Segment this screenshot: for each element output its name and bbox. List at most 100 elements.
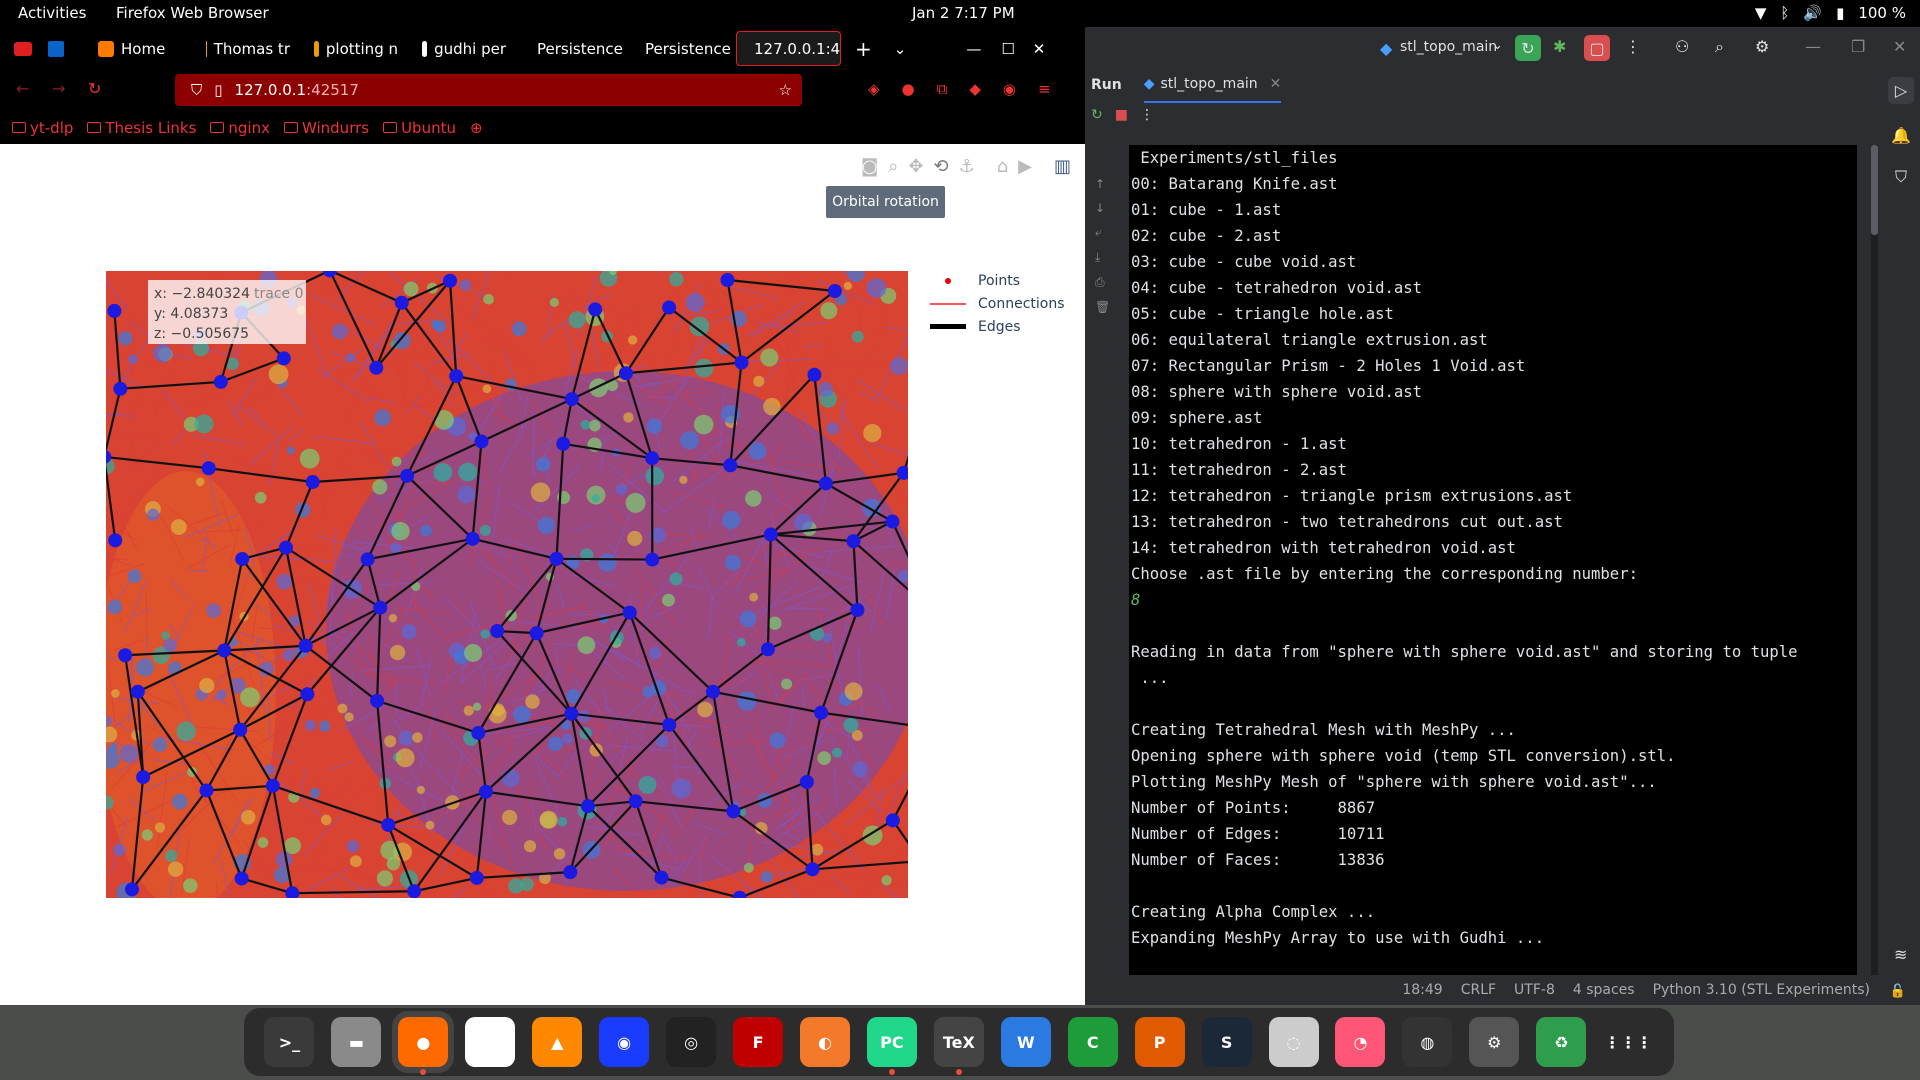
browser-tab[interactable]: Thomas tr — [196, 31, 300, 66]
turntable-icon[interactable]: ⚓ — [959, 156, 975, 177]
scroll-end-icon[interactable]: ⤓ — [1095, 250, 1110, 265]
forward-icon[interactable]: → — [52, 79, 65, 98]
system-tray[interactable]: ▼ ᛒ 🔊 ▮ 100 % — [1755, 4, 1906, 22]
3d-mesh-plot[interactable] — [106, 271, 908, 898]
files-icon[interactable]: ▬ — [331, 1017, 382, 1067]
filezilla-icon[interactable]: F — [733, 1017, 784, 1067]
stop-button[interactable]: ▢ — [1584, 35, 1610, 61]
stop-icon[interactable]: ■ — [1115, 107, 1128, 123]
minimize-icon[interactable]: — — [1805, 37, 1821, 56]
close-icon[interactable]: ✕ — [1893, 37, 1906, 56]
disks-icon[interactable]: ◌ — [1268, 1017, 1319, 1067]
camera-icon[interactable]: ◍ — [1402, 1017, 1453, 1067]
status-item[interactable]: CRLF — [1461, 982, 1496, 998]
layers-icon[interactable]: ≋ — [1894, 945, 1907, 964]
texmaker-icon[interactable]: TeX — [933, 1017, 984, 1075]
pycharm-icon[interactable]: PC — [866, 1017, 917, 1075]
extension-s-icon[interactable]: ● — [902, 80, 915, 98]
status-item[interactable]: Python 3.10 (STL Experiments) — [1653, 982, 1870, 998]
browser-tab[interactable]: plotting n — [304, 31, 408, 66]
notifications-icon[interactable]: 🔔 — [1891, 126, 1911, 145]
browser-tab[interactable]: gudhi per — [412, 31, 516, 66]
run-icon[interactable]: ▷ — [1887, 77, 1915, 104]
bookmark-folder[interactable]: yt-dlp — [12, 119, 73, 137]
menu-icon[interactable]: ≡ — [1038, 80, 1051, 98]
rerun-icon[interactable]: ↻ — [1091, 107, 1103, 123]
terminal-icon[interactable]: >_ — [264, 1017, 315, 1067]
bookmark-star-icon[interactable]: ☆ — [779, 81, 792, 99]
close-icon[interactable]: ✕ — [1033, 40, 1046, 58]
soft-wrap-icon[interactable]: ⤶ — [1095, 225, 1110, 240]
firefox-icon[interactable]: ● — [392, 1011, 455, 1075]
text-editor-icon[interactable]: ✎ — [465, 1017, 516, 1067]
legend-item-connections[interactable]: Connections — [930, 292, 1065, 315]
more-icon[interactable]: ⋮ — [1625, 37, 1641, 56]
trash-icon[interactable]: 🗑 — [1095, 300, 1110, 314]
writer-icon[interactable]: W — [1000, 1017, 1051, 1067]
plotly-logo-icon[interactable]: ▥ — [1054, 156, 1071, 177]
search-icon[interactable]: ⌕ — [1715, 37, 1724, 57]
blender-icon[interactable]: ◐ — [799, 1017, 850, 1067]
maximize-icon[interactable]: ☐ — [1001, 40, 1014, 58]
outlook-icon[interactable] — [48, 40, 64, 57]
run-config-selector[interactable]: stl_topo_main — [1400, 39, 1497, 55]
calc-icon[interactable]: C — [1067, 1017, 1118, 1067]
console-scrollbar[interactable] — [1871, 145, 1878, 975]
chevron-down-icon[interactable]: ⌄ — [1492, 38, 1503, 53]
reload-icon[interactable]: ↻ — [88, 79, 101, 98]
browser-tab[interactable]: 127.0.0.1:4✕ — [736, 31, 841, 66]
firefox-view-icon[interactable] — [14, 41, 32, 56]
bookmark-folder[interactable]: Ubuntu — [383, 119, 456, 137]
browser-tab[interactable]: Persistence g — [520, 31, 624, 66]
account-icon[interactable]: ◉ — [1003, 80, 1016, 98]
audacity-icon[interactable]: ◉ — [599, 1017, 650, 1067]
impress-icon[interactable]: P — [1134, 1017, 1185, 1067]
gear-icon[interactable]: ⚙ — [1755, 37, 1769, 56]
legend-item-edges[interactable]: Edges — [930, 315, 1065, 338]
rerun-button[interactable]: ↻ — [1515, 35, 1541, 61]
clock[interactable]: Jan 2 7:17 PM — [912, 4, 1015, 22]
browser-tab[interactable]: Home — [88, 31, 192, 66]
close-tab-icon[interactable]: ✕ — [1270, 76, 1282, 92]
new-tab-button[interactable]: + — [855, 37, 872, 61]
bookmark-folder[interactable]: Windurrs — [283, 119, 369, 137]
back-icon[interactable]: ← — [16, 79, 29, 98]
orbit-rotation-icon[interactable]: ⟲ — [933, 156, 948, 177]
obs-icon[interactable]: ◎ — [666, 1017, 717, 1067]
steam-icon[interactable]: S — [1201, 1017, 1252, 1067]
shield-icon[interactable]: ⛉ — [191, 81, 202, 99]
focused-app-name[interactable]: Firefox Web Browser — [116, 4, 269, 22]
restore-icon[interactable]: ❐ — [1851, 37, 1865, 56]
app-grid-icon[interactable]: ⋮⋮⋮ — [1603, 1017, 1654, 1067]
globe-icon[interactable]: ⊕ — [470, 119, 483, 137]
camera-icon[interactable]: ◙ — [861, 156, 878, 177]
console-output[interactable]: Experiments/stl_files 00: Batarang Knife.… — [1129, 145, 1857, 975]
settings-icon[interactable]: ⚙ — [1469, 1017, 1520, 1067]
reset-camera-icon[interactable]: ⌂ — [997, 156, 1008, 177]
browser-tab[interactable]: Persistence g — [628, 31, 732, 66]
down-icon[interactable]: ↓ — [1095, 201, 1110, 215]
activities-button[interactable]: Activities — [18, 4, 86, 22]
vlc-icon[interactable]: ▲ — [532, 1017, 583, 1067]
url-bar[interactable]: ⛉ ▯ 127.0.0.1:42517 ☆ — [175, 74, 802, 106]
list-tabs-icon[interactable]: ⌄ — [894, 40, 907, 58]
bookmark-folder[interactable]: nginx — [210, 119, 270, 137]
lock-icon[interactable]: 🔓 — [1890, 984, 1906, 999]
status-item[interactable]: 4 spaces — [1573, 982, 1635, 998]
status-item[interactable]: 18:49 — [1402, 982, 1442, 998]
bookmark-folder[interactable]: Thesis Links — [87, 119, 196, 137]
pan-icon[interactable]: ✥ — [908, 156, 923, 177]
ublock-icon[interactable]: ◆ — [969, 80, 981, 98]
extensions-icon[interactable]: ⧉ — [937, 80, 948, 98]
pocket-icon[interactable]: ◈ — [868, 80, 880, 98]
legend-item-points[interactable]: Points — [930, 269, 1065, 292]
trash-icon[interactable]: ♻ — [1536, 1017, 1587, 1067]
up-icon[interactable]: ↑ — [1095, 177, 1110, 191]
print-icon[interactable]: ⎙ — [1095, 275, 1110, 290]
debug-icon[interactable]: ✱ — [1553, 37, 1566, 56]
zoom-icon[interactable]: ⌕ — [888, 156, 898, 177]
more-icon[interactable]: ⋮ — [1140, 107, 1154, 123]
tab-run-config[interactable]: ◆ stl_topo_main ✕ — [1143, 67, 1282, 103]
minimize-icon[interactable]: — — [966, 40, 981, 58]
save-camera-icon[interactable]: ▶ — [1018, 156, 1032, 177]
